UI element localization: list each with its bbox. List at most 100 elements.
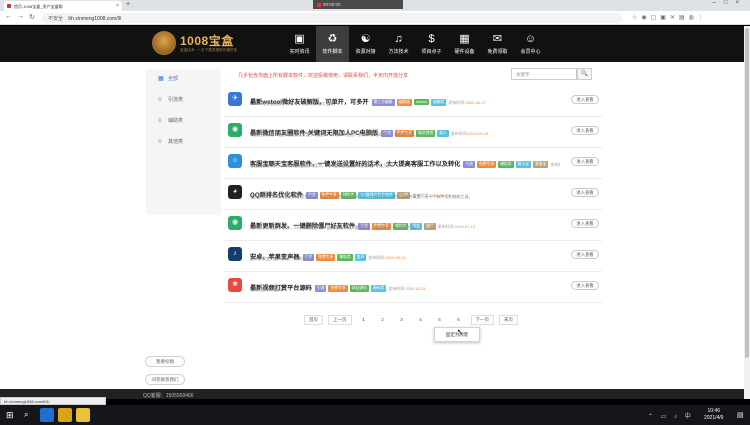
tag-badge[interactable]: 第三方破解 (371, 99, 395, 106)
tag-badge[interactable]: 破解版 (396, 99, 412, 106)
sidebar-item-label: 全部 (168, 76, 179, 82)
pagination: 首页 上一页 1 2 3 4 5 6 下一页 末页 (304, 315, 523, 325)
list-item-header: 最新视频打赏平台源码 引流 免费专享 网站源码 源码类 发布时间:2019-10-31 (250, 277, 560, 295)
tab-title: 首页-1008宝盒_资产宝盒聊 (14, 4, 63, 9)
forward-icon[interactable]: → (17, 13, 24, 20)
taskbar-folder-icon[interactable] (76, 408, 90, 422)
logo-subtitle: 宝盒技术 · 一天下载资源软件通货宝 (180, 48, 238, 52)
view-button[interactable]: 进入查看 (571, 157, 599, 166)
back-icon[interactable]: ← (5, 13, 12, 20)
reload-icon[interactable]: ↻ (29, 13, 35, 21)
search-button[interactable]: 🔍 (577, 68, 592, 80)
tab-close-icon[interactable]: × (116, 3, 119, 9)
taskbar-search-icon[interactable]: ⌕ (24, 410, 28, 420)
list-item-description: 微信营销软件，全自动加微信好友，无限制一天可以一直加，到时满有时间过段，电脑版下… (250, 132, 418, 137)
tag-badge[interactable]: 加人 (437, 130, 449, 137)
sidebar-item[interactable]: ≡ 其他类 (146, 132, 221, 153)
sidebar-item[interactable]: ▦ 全部 (146, 69, 221, 90)
windows-start-icon[interactable]: ⊞ (6, 410, 14, 421)
tag-badge[interactable]: 引流 (463, 161, 475, 168)
tag-badge[interactable]: 辅助类 (337, 254, 353, 261)
view-button[interactable]: 进入查看 (571, 95, 599, 104)
tag-badge[interactable]: 免费专享 (316, 254, 336, 261)
list-item: ❀ 最新视频打赏平台源码 引流 免费专享 网站源码 源码类 发布时间:2019-10-31 视… (224, 272, 602, 303)
view-button[interactable]: 进入查看 (571, 188, 599, 197)
page-number-button[interactable]: 3 (394, 315, 409, 325)
tag-badge[interactable]: 聊天宝 (515, 161, 531, 168)
grid-icon: ▦ (158, 76, 164, 82)
gift-icon: ✉ (492, 33, 503, 45)
submit-button[interactable]: 我要投稿 (145, 356, 185, 367)
date-prefix: 发布时间: (550, 162, 560, 167)
nav-item[interactable]: ☺ 会员中心 (514, 26, 547, 62)
screen: 首页-1008宝盒_资产宝盒聊 × + 00:00:00 –□× ← → ↻ 不… (0, 0, 750, 425)
date-value: 2019-10-31 (405, 286, 426, 291)
extension-icons[interactable]: ☆◉▢▣✕▤◍⋮ (632, 14, 708, 21)
nav-label: 方法技术 (388, 49, 409, 55)
tag-badge[interactable]: 引流 (314, 285, 327, 292)
nav-item[interactable]: ▦ 硬件设备 (448, 26, 481, 62)
tag-badge[interactable]: wetool (413, 99, 429, 105)
taskbar-app-icon[interactable] (58, 408, 72, 422)
date-prefix: 发布时间: (388, 286, 406, 291)
prev-page-button[interactable]: 上一页 (328, 315, 352, 325)
tag-badge[interactable]: 破解版 (430, 99, 447, 106)
nav-label: 实时资讯 (289, 49, 310, 55)
notice-text: 几乎包含市面上所有脚本软件，欢迎投稿使用，请联系我们，半天内开放分享 (238, 73, 409, 79)
view-button[interactable]: 进入查看 (571, 126, 599, 135)
new-tab-button[interactable]: + (126, 1, 130, 8)
nav-item[interactable]: ♻ 软件脚本 (316, 26, 349, 62)
url-input[interactable]: 不安全 bh.xinmeng1008.com/ll/ (42, 13, 622, 23)
tag-badge[interactable]: 客服宝 (532, 161, 549, 168)
sidebar-item-label: 引流类 (168, 97, 184, 103)
sidebar-item[interactable]: ≡ 辅助类 (146, 111, 221, 132)
view-button[interactable]: 进入查看 (571, 281, 599, 290)
taskbar-app-icon[interactable] (40, 408, 54, 422)
next-page-button[interactable]: 下一页 (470, 315, 494, 325)
date-prefix: 发布时间: (450, 131, 468, 136)
address-bar: ← → ↻ 不安全 bh.xinmeng1008.com/ll/ ☆◉▢▣✕▤◍… (0, 11, 750, 25)
date-value: 2019-06-14 (385, 255, 406, 260)
dollar-icon: $ (428, 33, 435, 45)
tag-badge[interactable]: 免费专享 (328, 285, 348, 292)
main-nav: ▣ 实时资讯 ♻ 软件脚本 ☯ 资源对接 ♫ 方法技术 $ 项目点子 ▦ 硬件设备 ✉ 免费领取 ☺ 会员中心 (283, 26, 547, 62)
nav-item[interactable]: ▣ 实时资讯 (283, 26, 316, 62)
tag-badge[interactable]: 免费专享 (476, 161, 497, 168)
list-item-description: 视频打赏平台源码 (250, 287, 282, 292)
tag-badge[interactable]: 僵尸 (423, 223, 436, 230)
search-input[interactable]: 关键字 (511, 68, 577, 80)
tag-badge[interactable]: 辅助类 (498, 161, 514, 168)
list-item: ◕ QQ群排名优化软件 引流 免费专享 辅助类 QQ群排名优化软件 QQ群 发布时间:2019… (224, 179, 602, 210)
nav-item[interactable]: ♫ 方法技术 (382, 26, 415, 62)
first-page-button[interactable]: 首页 (304, 315, 323, 325)
browser-tab[interactable]: 首页-1008宝盒_资产宝盒聊 × (4, 1, 122, 11)
tag-badge[interactable]: 变声 (354, 254, 367, 261)
page-number-button[interactable]: 2 (375, 315, 390, 325)
last-page-button[interactable]: 末页 (499, 315, 518, 325)
page-number-button[interactable]: 5 (432, 315, 447, 325)
tag-badge[interactable]: 源码类 (370, 285, 387, 292)
category-sidebar: ▦ 全部 ≡ 引流类 ≡ 辅助类 ≡ 其他类 (146, 69, 221, 215)
nav-item[interactable]: ✉ 免费领取 (481, 26, 514, 62)
page-number-button[interactable]: 4 (413, 315, 428, 325)
sidebar-item[interactable]: ≡ 引流类 (146, 90, 221, 111)
recording-label: 00:00:00 (323, 2, 341, 7)
nav-item[interactable]: $ 项目点子 (415, 26, 448, 62)
page-number-button[interactable]: 6 (451, 315, 466, 325)
taskbar-clock[interactable]: 10:46 2021/4/9 (704, 408, 723, 422)
window-controls[interactable]: –□× (713, 0, 747, 6)
page-number-button[interactable]: 1 (356, 315, 371, 325)
notification-icon[interactable]: ▤ (737, 411, 744, 419)
view-button[interactable]: 进入查看 (571, 250, 599, 259)
scrollbar-thumb[interactable] (745, 28, 749, 358)
tag-badge[interactable]: 网站源码 (349, 285, 369, 292)
list-icon: ≡ (158, 139, 162, 145)
system-tray[interactable]: ⌃ ▭ ♪ 中 (648, 411, 694, 420)
view-button[interactable]: 进入查看 (571, 219, 599, 228)
software-list: ✈ 最新wetool微好友破解版，可单开，可多开 第三方破解 破解版 wetool 破解版… (224, 86, 602, 303)
nav-item[interactable]: ☯ 资源对接 (349, 26, 382, 62)
tag-badge[interactable]: 微信营销 (416, 130, 436, 137)
taskbar: ⊞ ⌕ ⌃ ▭ ♪ 中 10:46 2021/4/9 ▤ (0, 405, 750, 425)
publish-date: 发布时间:2019-07-12 (438, 224, 476, 229)
contact-button[interactable]: 问卷联系我们 (145, 374, 185, 385)
